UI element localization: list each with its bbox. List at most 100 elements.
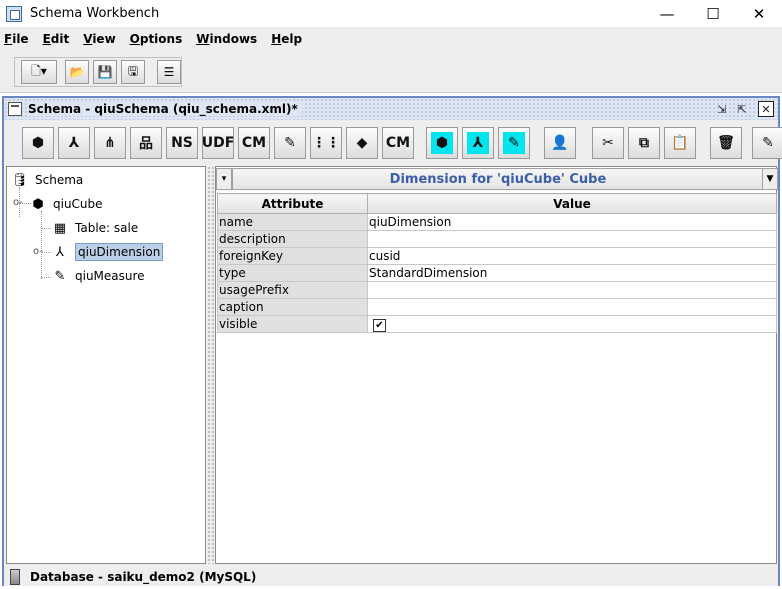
cut-button[interactable]: ✂ (592, 127, 624, 159)
tree-line (41, 277, 51, 278)
add-dimension-usage-icon: ⋔ (104, 135, 116, 151)
value-cell[interactable] (367, 230, 777, 248)
table-icon: ▦ (53, 220, 67, 236)
add-cube-icon: ⬢ (31, 135, 45, 151)
save-as-button[interactable]: 🖫 (121, 60, 145, 84)
maximize-button[interactable]: ☐ (690, 0, 736, 27)
add-named-set-icon: NS (171, 135, 193, 151)
menu-view[interactable]: View (83, 32, 115, 46)
table-row[interactable]: description (217, 230, 777, 248)
preferences-button[interactable]: ☰ (157, 60, 181, 84)
add-measure-button[interactable]: ✎ (274, 127, 306, 159)
property-panel: ▾ Dimension for 'qiuCube' Cube ▼ Attribu… (215, 166, 778, 564)
delete-button[interactable]: 🗑 (710, 127, 742, 159)
add-virtual-measure-button[interactable]: ✎ (498, 127, 530, 159)
tree-node-cube[interactable]: ⬢ qiuCube (29, 193, 102, 215)
attribute-cell: description (217, 230, 368, 248)
schema-frame: Schema - qiuSchema (qiu_schema.xml)* ⇲ ⇱… (2, 96, 782, 586)
add-calculated-member-property-button[interactable]: CM (382, 127, 414, 159)
menu-file[interactable]: File (4, 32, 29, 46)
value-cell[interactable] (367, 281, 777, 299)
edit-mode-button[interactable]: ✎ (752, 127, 782, 159)
add-virtual-dimension-button[interactable]: ⅄ (462, 127, 494, 159)
add-dimension-button[interactable]: ⅄ (58, 127, 90, 159)
table-row[interactable]: caption (217, 298, 777, 316)
restore-icon[interactable]: ⇲ (714, 101, 730, 117)
schema-frame-title: Schema - qiuSchema (qiu_schema.xml)* (28, 102, 302, 116)
split-pane-divider[interactable] (207, 166, 215, 564)
edit-mode-icon: ✎ (762, 135, 774, 151)
tree-node-table[interactable]: ▦ Table: sale (51, 217, 138, 239)
menu-edit[interactable]: Edit (43, 32, 70, 46)
database-icon (10, 569, 20, 585)
add-calculated-member-button[interactable]: CM (238, 127, 270, 159)
frame-icon (8, 102, 22, 116)
attribute-cell: visible (217, 315, 368, 333)
delete-icon: 🗑 (717, 135, 735, 151)
table-row[interactable]: usagePrefix (217, 281, 777, 299)
header-dropdown-button[interactable]: ▼ (762, 168, 778, 190)
add-hierarchy-button[interactable]: 品 (130, 127, 162, 159)
add-property-button[interactable]: ◆ (346, 127, 378, 159)
expand-handle-icon[interactable]: o- (13, 197, 23, 208)
menu-help[interactable]: Help (271, 32, 302, 46)
add-hierarchy-icon: 品 (139, 136, 153, 152)
maximize-icon[interactable]: ⇱ (734, 101, 750, 117)
menu-windows[interactable]: Windows (196, 32, 257, 46)
value-cell[interactable]: cusid (367, 247, 777, 265)
close-window-button[interactable]: ✕ (736, 0, 782, 27)
paste-button[interactable]: 📋 (664, 127, 696, 159)
add-virtual-cube-icon: ⬢ (431, 132, 453, 154)
new-button[interactable]: 🗋▾ (21, 60, 57, 84)
add-role-icon: 👤 (551, 135, 569, 151)
tree-line (41, 211, 42, 279)
copy-icon: ⧉ (639, 135, 649, 151)
copy-button[interactable]: ⧉ (628, 127, 660, 159)
save-icon: 💾 (97, 65, 113, 79)
add-level-icon: ⋮⋮ (312, 135, 340, 151)
table-row[interactable]: foreignKey cusid (217, 247, 777, 265)
close-icon[interactable]: ✕ (758, 101, 774, 117)
schema-tree[interactable]: o- o- 🛢 Schema ⬢ qiuCube ▦ Table: sale ⅄… (6, 166, 206, 564)
table-row[interactable]: name qiuDimension (217, 213, 777, 231)
add-role-button[interactable]: 👤 (544, 127, 576, 159)
value-cell[interactable] (367, 298, 777, 316)
main-toolbar-group: 🗋▾ 📂 💾 🖫 ☰ (14, 57, 182, 87)
table-row[interactable]: visible ✔ (217, 315, 777, 333)
schema-toolbar: ⬢ ⅄ ⋔ 品 NS UDF CM ✎ ⋮⋮ ◆ CM ⬢ ⅄ ✎ 👤 ✂ ⧉ 📋 🗑 ✎ (4, 124, 782, 162)
add-named-set-button[interactable]: NS (166, 127, 198, 159)
add-cube-button[interactable]: ⬢ (22, 127, 54, 159)
value-cell[interactable]: StandardDimension (367, 264, 777, 282)
minimize-button[interactable]: — (644, 0, 690, 27)
add-calculated-member-icon: CM (241, 135, 267, 151)
add-virtual-cube-button[interactable]: ⬢ (426, 127, 458, 159)
add-level-button[interactable]: ⋮⋮ (310, 127, 342, 159)
value-cell[interactable]: qiuDimension (367, 213, 777, 231)
open-icon: 📂 (69, 65, 85, 79)
add-dimension-usage-button[interactable]: ⋔ (94, 127, 126, 159)
preferences-icon: ☰ (163, 65, 175, 79)
attribute-cell: foreignKey (217, 247, 368, 265)
open-button[interactable]: 📂 (65, 60, 89, 84)
table-row[interactable]: type StandardDimension (217, 264, 777, 282)
attribute-cell: caption (217, 298, 368, 316)
tree-node-schema[interactable]: 🛢 Schema (11, 169, 84, 191)
add-udf-icon: UDF (201, 135, 235, 151)
visible-checkbox[interactable]: ✔ (373, 318, 386, 332)
header-dropdown-left[interactable]: ▾ (216, 168, 232, 190)
save-button[interactable]: 💾 (93, 60, 117, 84)
tree-node-label: qiuDimension (75, 243, 164, 261)
tree-node-measure[interactable]: ✎ qiuMeasure (51, 265, 145, 287)
attribute-cell: name (217, 213, 368, 231)
tree-line (41, 228, 51, 229)
tree-node-label: Table: sale (75, 221, 139, 235)
add-udf-button[interactable]: UDF (202, 127, 234, 159)
add-dimension-icon: ⅄ (68, 135, 80, 151)
value-cell[interactable]: ✔ (367, 315, 777, 333)
column-header-value[interactable]: Value (367, 193, 777, 214)
menu-options[interactable]: Options (130, 32, 183, 46)
column-header-attribute[interactable]: Attribute (217, 193, 368, 214)
expand-handle-icon[interactable]: o- (33, 246, 43, 257)
add-calculated-member-property-icon: CM (385, 135, 411, 151)
tree-node-dimension[interactable]: ⅄ qiuDimension (51, 241, 164, 263)
